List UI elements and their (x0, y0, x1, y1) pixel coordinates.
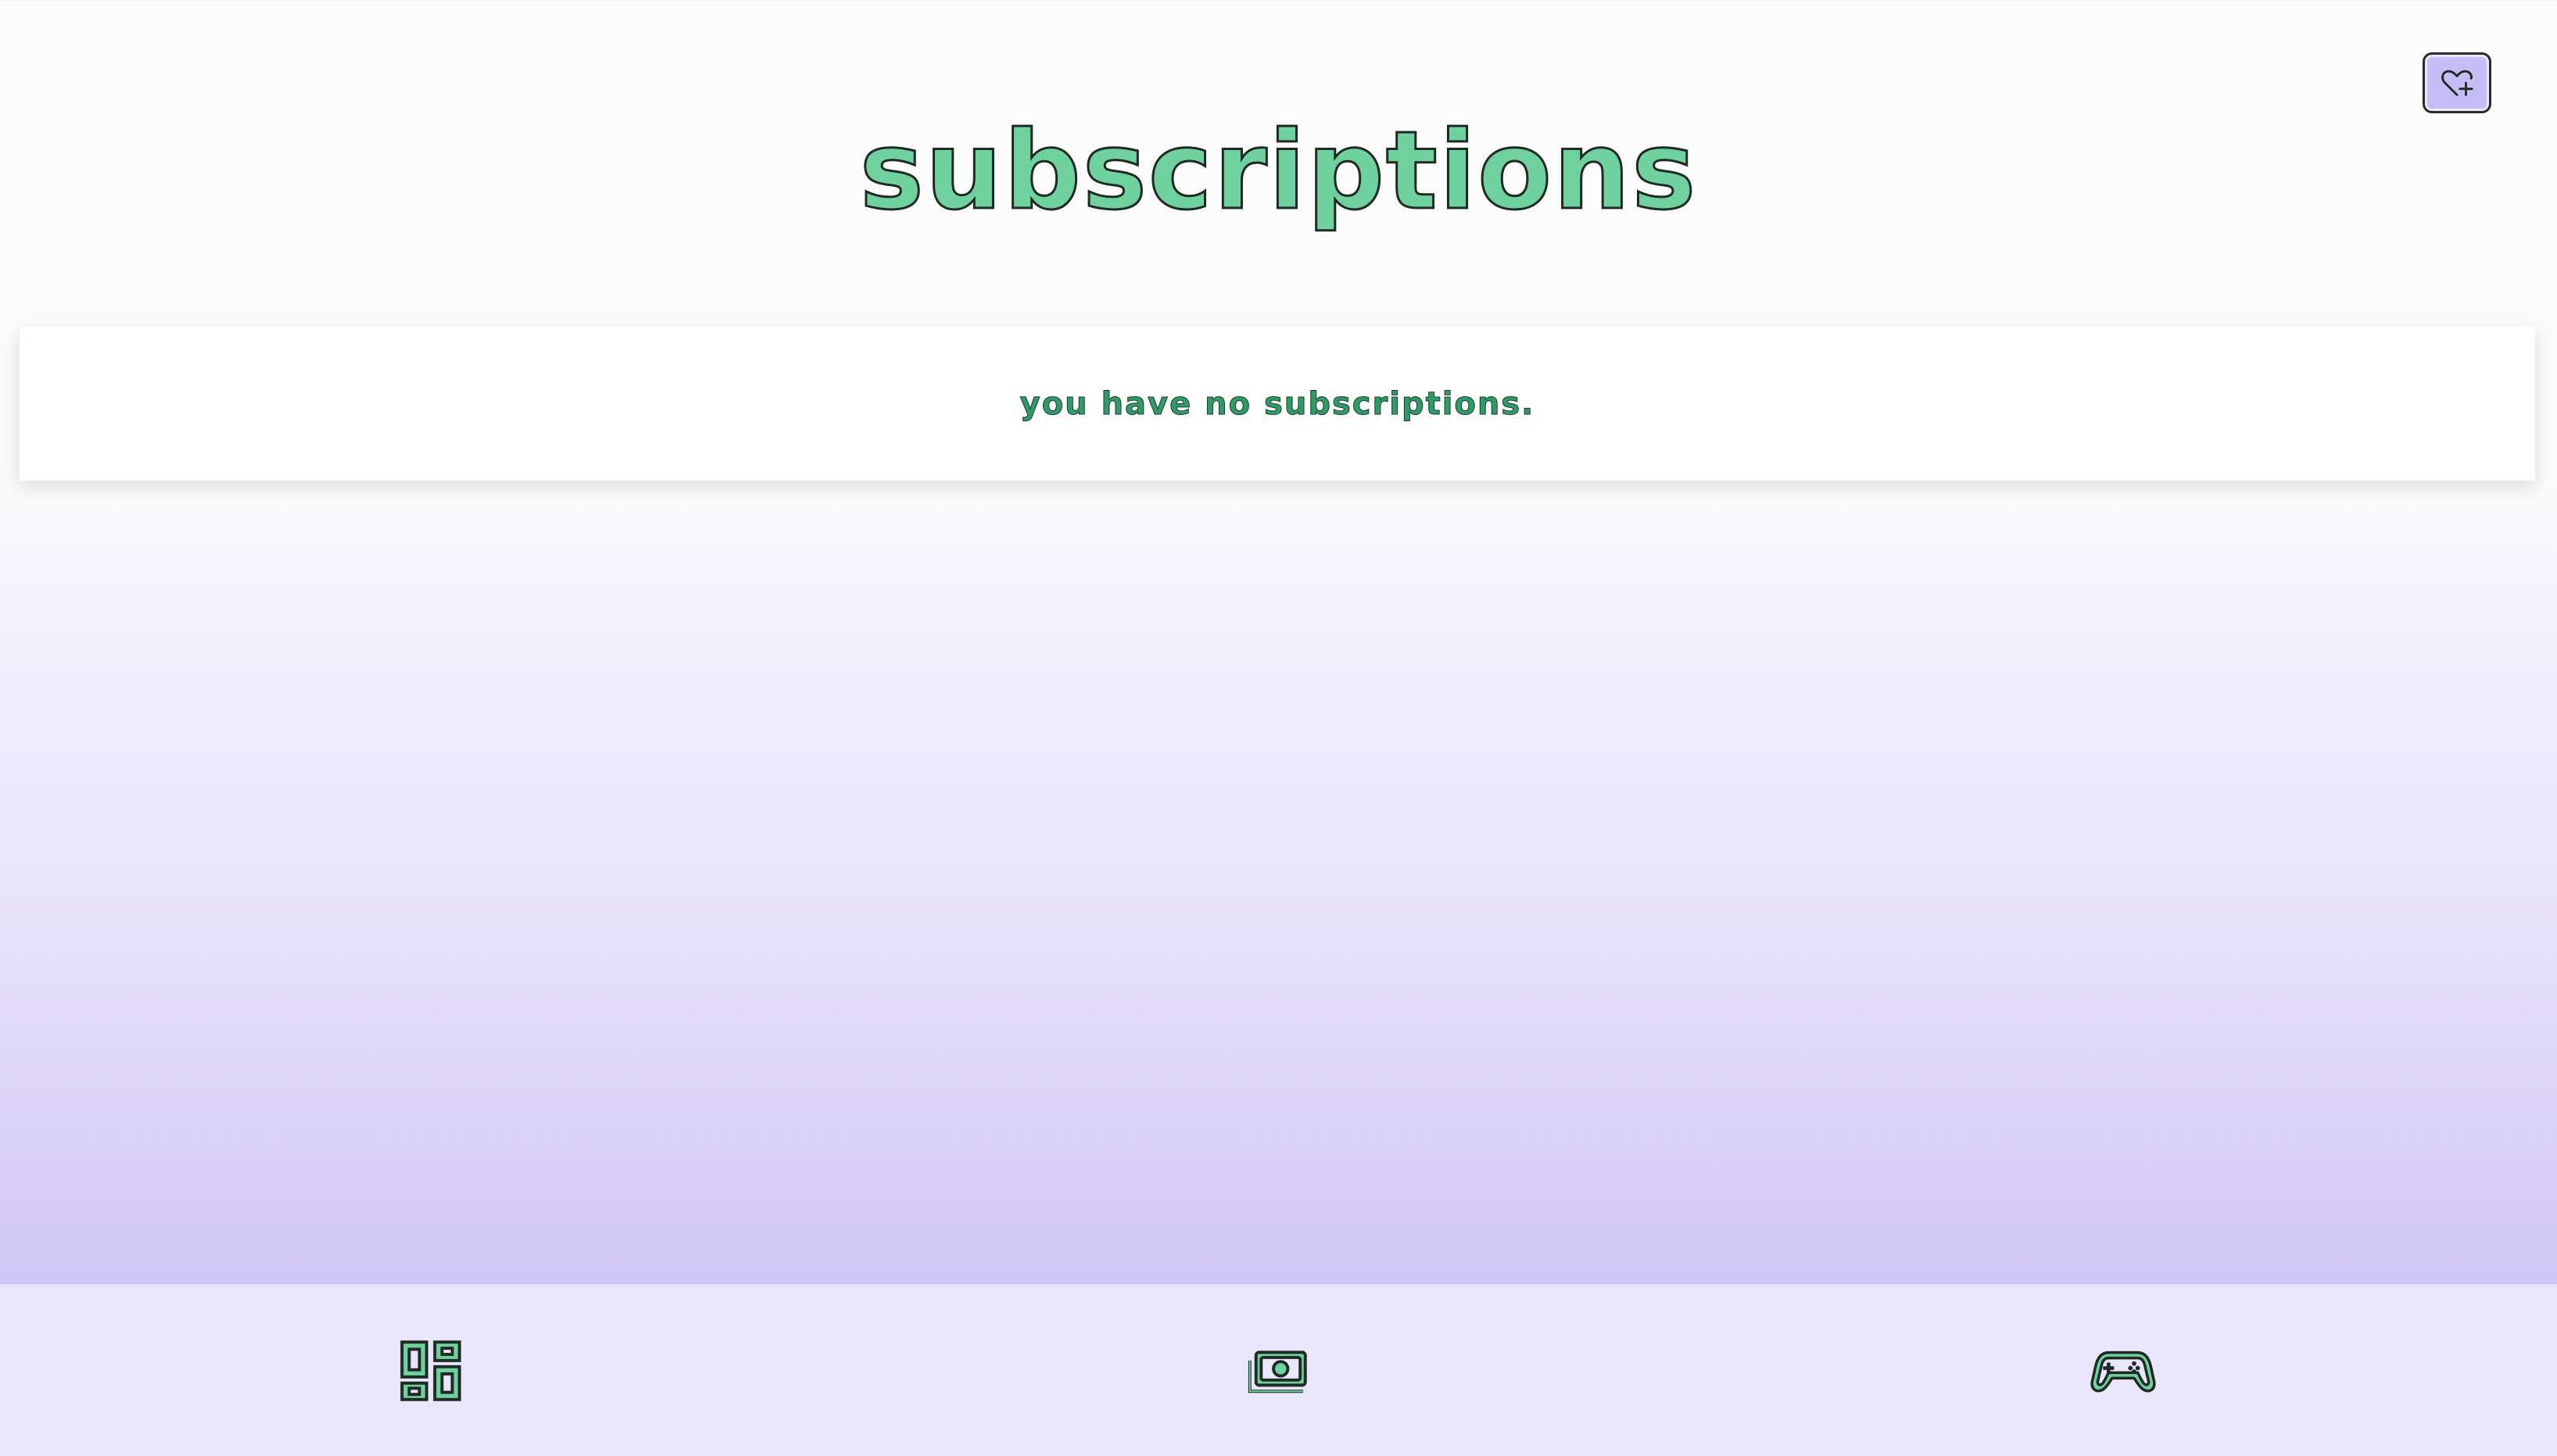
page-title: subscriptions (858, 108, 1698, 234)
bottom-nav (0, 1284, 2557, 1456)
dashboard-icon (400, 1340, 461, 1401)
page-header: subscriptions (0, 0, 2557, 313)
gamepad-icon (2090, 1350, 2156, 1393)
nav-money[interactable] (1198, 1285, 1355, 1456)
money-icon (1248, 1350, 1307, 1393)
empty-message: you have no subscriptions. (1019, 385, 1535, 422)
subscriptions-empty-state: you have no subscriptions. (20, 327, 2535, 481)
add-subscription-button[interactable] (2423, 52, 2491, 113)
heart-plus-icon (2441, 70, 2473, 96)
nav-games[interactable] (2045, 1285, 2201, 1456)
nav-dashboard[interactable] (353, 1285, 509, 1456)
